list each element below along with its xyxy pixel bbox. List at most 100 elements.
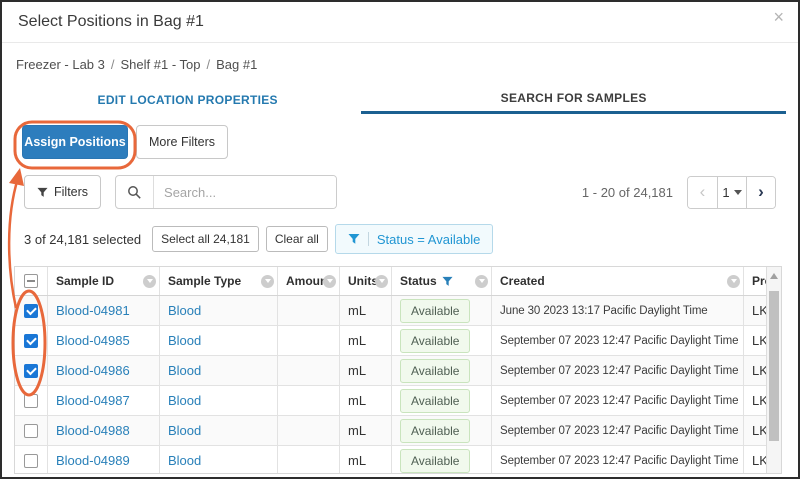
units-cell: mL bbox=[340, 326, 392, 355]
selection-status: 3 of 24,181 selected bbox=[24, 232, 141, 247]
search-input[interactable] bbox=[154, 176, 336, 208]
column-header-units[interactable]: Units bbox=[340, 267, 392, 295]
column-header-amount[interactable]: Amount bbox=[278, 267, 340, 295]
units-cell: mL bbox=[340, 386, 392, 415]
prev-page-button[interactable]: ‹ bbox=[688, 177, 717, 208]
sample-type-link[interactable]: Blood bbox=[168, 363, 201, 378]
project-cell: LKS bbox=[744, 326, 766, 355]
filters-button[interactable]: Filters bbox=[24, 175, 101, 209]
scrollbar-thumb[interactable] bbox=[769, 291, 779, 441]
breadcrumb-freezer[interactable]: Freezer - Lab 3 bbox=[16, 57, 105, 72]
filter-funnel-icon bbox=[348, 233, 360, 245]
next-page-button[interactable]: › bbox=[746, 177, 775, 208]
column-header-project[interactable]: Pro bbox=[744, 267, 768, 295]
more-filters-button[interactable]: More Filters bbox=[136, 125, 228, 159]
search-box bbox=[115, 175, 337, 209]
chip-divider bbox=[368, 232, 369, 246]
row-checkbox[interactable] bbox=[24, 454, 38, 468]
status-badge: Available bbox=[400, 299, 470, 323]
tab-bar: EDIT LOCATION PROPERTIES SEARCH FOR SAMP… bbox=[14, 85, 786, 114]
grid-toolbar: Filters 1 - 20 of 24,181 ‹ 1 › bbox=[24, 175, 776, 209]
table-header-row: Sample ID Sample Type Amount Units Statu… bbox=[15, 267, 766, 296]
caret-down-icon bbox=[734, 190, 742, 195]
column-header-sample-type[interactable]: Sample Type bbox=[160, 267, 278, 295]
status-badge: Available bbox=[400, 329, 470, 353]
column-menu-icon[interactable] bbox=[727, 275, 740, 288]
created-cell: September 07 2023 12:47 Pacific Daylight… bbox=[492, 416, 744, 445]
created-cell: September 07 2023 12:47 Pacific Daylight… bbox=[492, 386, 744, 415]
table-row: Blood-04989 Blood mL Available September… bbox=[15, 446, 766, 474]
sample-type-link[interactable]: Blood bbox=[168, 303, 201, 318]
sample-id-link[interactable]: Blood-04986 bbox=[56, 363, 130, 378]
sample-id-link[interactable]: Blood-04988 bbox=[56, 423, 130, 438]
sample-type-link[interactable]: Blood bbox=[168, 333, 201, 348]
column-header-sample-id[interactable]: Sample ID bbox=[48, 267, 160, 295]
table-row: Blood-04986 Blood mL Available September… bbox=[15, 356, 766, 386]
column-menu-icon[interactable] bbox=[375, 275, 388, 288]
action-row: Assign Positions More Filters bbox=[22, 125, 798, 159]
column-menu-icon[interactable] bbox=[475, 275, 488, 288]
select-all-button[interactable]: Select all 24,181 bbox=[152, 226, 259, 252]
row-checkbox[interactable] bbox=[24, 364, 38, 378]
amount-cell bbox=[278, 416, 340, 445]
column-label: Sample ID bbox=[56, 274, 114, 288]
sample-id-link[interactable]: Blood-04989 bbox=[56, 453, 130, 468]
dialog-header: Select Positions in Bag #1 × bbox=[2, 2, 798, 43]
search-icon bbox=[116, 176, 154, 208]
column-label: Units bbox=[348, 274, 378, 288]
sample-type-link[interactable]: Blood bbox=[168, 393, 201, 408]
amount-cell bbox=[278, 296, 340, 325]
sample-id-link[interactable]: Blood-04987 bbox=[56, 393, 130, 408]
table-row: Blood-04988 Blood mL Available September… bbox=[15, 416, 766, 446]
filter-funnel-icon bbox=[37, 187, 48, 198]
status-badge: Available bbox=[400, 419, 470, 443]
status-badge: Available bbox=[400, 359, 470, 383]
table-scrollbar[interactable] bbox=[766, 267, 781, 473]
row-checkbox[interactable] bbox=[24, 304, 38, 318]
breadcrumb-shelf[interactable]: Shelf #1 - Top bbox=[121, 57, 201, 72]
amount-cell bbox=[278, 386, 340, 415]
column-header-status[interactable]: Status bbox=[392, 267, 492, 295]
column-header-created[interactable]: Created bbox=[492, 267, 744, 295]
amount-cell bbox=[278, 356, 340, 385]
clear-all-button[interactable]: Clear all bbox=[266, 226, 328, 252]
created-cell: September 07 2023 12:47 Pacific Daylight… bbox=[492, 356, 744, 385]
dialog-title: Select Positions in Bag #1 bbox=[18, 13, 204, 31]
pagination-summary: 1 - 20 of 24,181 bbox=[582, 185, 673, 200]
sample-type-link[interactable]: Blood bbox=[168, 423, 201, 438]
project-cell: LKS bbox=[744, 356, 766, 385]
scroll-up-icon[interactable] bbox=[770, 273, 778, 279]
select-positions-dialog: Select Positions in Bag #1 × Freezer - L… bbox=[0, 0, 800, 479]
active-filter-icon bbox=[442, 276, 453, 287]
breadcrumb-bag: Bag #1 bbox=[216, 57, 257, 72]
row-checkbox[interactable] bbox=[24, 334, 38, 348]
close-icon[interactable]: × bbox=[773, 8, 784, 26]
filters-button-label: Filters bbox=[54, 185, 88, 199]
column-menu-icon[interactable] bbox=[261, 275, 274, 288]
tab-search-for-samples[interactable]: SEARCH FOR SAMPLES bbox=[361, 85, 786, 114]
filter-chip[interactable]: Status = Available bbox=[335, 224, 493, 254]
project-cell: LKS bbox=[744, 416, 766, 445]
assign-positions-button[interactable]: Assign Positions bbox=[22, 125, 128, 159]
units-cell: mL bbox=[340, 296, 392, 325]
row-checkbox[interactable] bbox=[24, 394, 38, 408]
column-label: Created bbox=[500, 274, 545, 288]
units-cell: mL bbox=[340, 446, 392, 474]
column-menu-icon[interactable] bbox=[143, 275, 156, 288]
breadcrumb: Freezer - Lab 3 / Shelf #1 - Top / Bag #1 bbox=[16, 57, 784, 72]
row-checkbox[interactable] bbox=[24, 424, 38, 438]
amount-cell bbox=[278, 446, 340, 474]
sample-id-link[interactable]: Blood-04981 bbox=[56, 303, 130, 318]
page-selector[interactable]: 1 bbox=[717, 177, 746, 208]
sample-type-link[interactable]: Blood bbox=[168, 453, 201, 468]
select-page-checkbox[interactable] bbox=[24, 274, 38, 288]
filter-chip-label: Status = Available bbox=[377, 232, 480, 247]
column-menu-icon[interactable] bbox=[323, 275, 336, 288]
breadcrumb-separator: / bbox=[206, 57, 210, 72]
sample-id-link[interactable]: Blood-04985 bbox=[56, 333, 130, 348]
breadcrumb-separator: / bbox=[111, 57, 115, 72]
table-body: Blood-04981 Blood mL Available June 30 2… bbox=[15, 296, 766, 474]
tab-edit-location-properties[interactable]: EDIT LOCATION PROPERTIES bbox=[14, 85, 361, 114]
amount-cell bbox=[278, 326, 340, 355]
status-badge: Available bbox=[400, 449, 470, 473]
